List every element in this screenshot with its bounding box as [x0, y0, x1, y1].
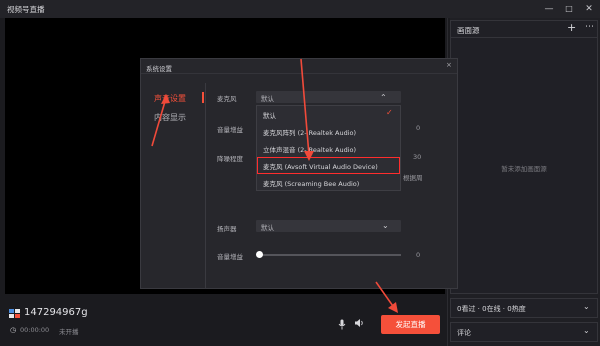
arrow-to-audio-nav-head — [161, 94, 170, 104]
arrow-to-highlighted-option — [300, 58, 310, 156]
arrow-to-highlighted-option-head — [304, 151, 314, 161]
arrow-to-start-button-head — [388, 302, 398, 313]
arrow-to-audio-nav — [151, 97, 167, 147]
annotation-arrows — [151, 58, 398, 313]
